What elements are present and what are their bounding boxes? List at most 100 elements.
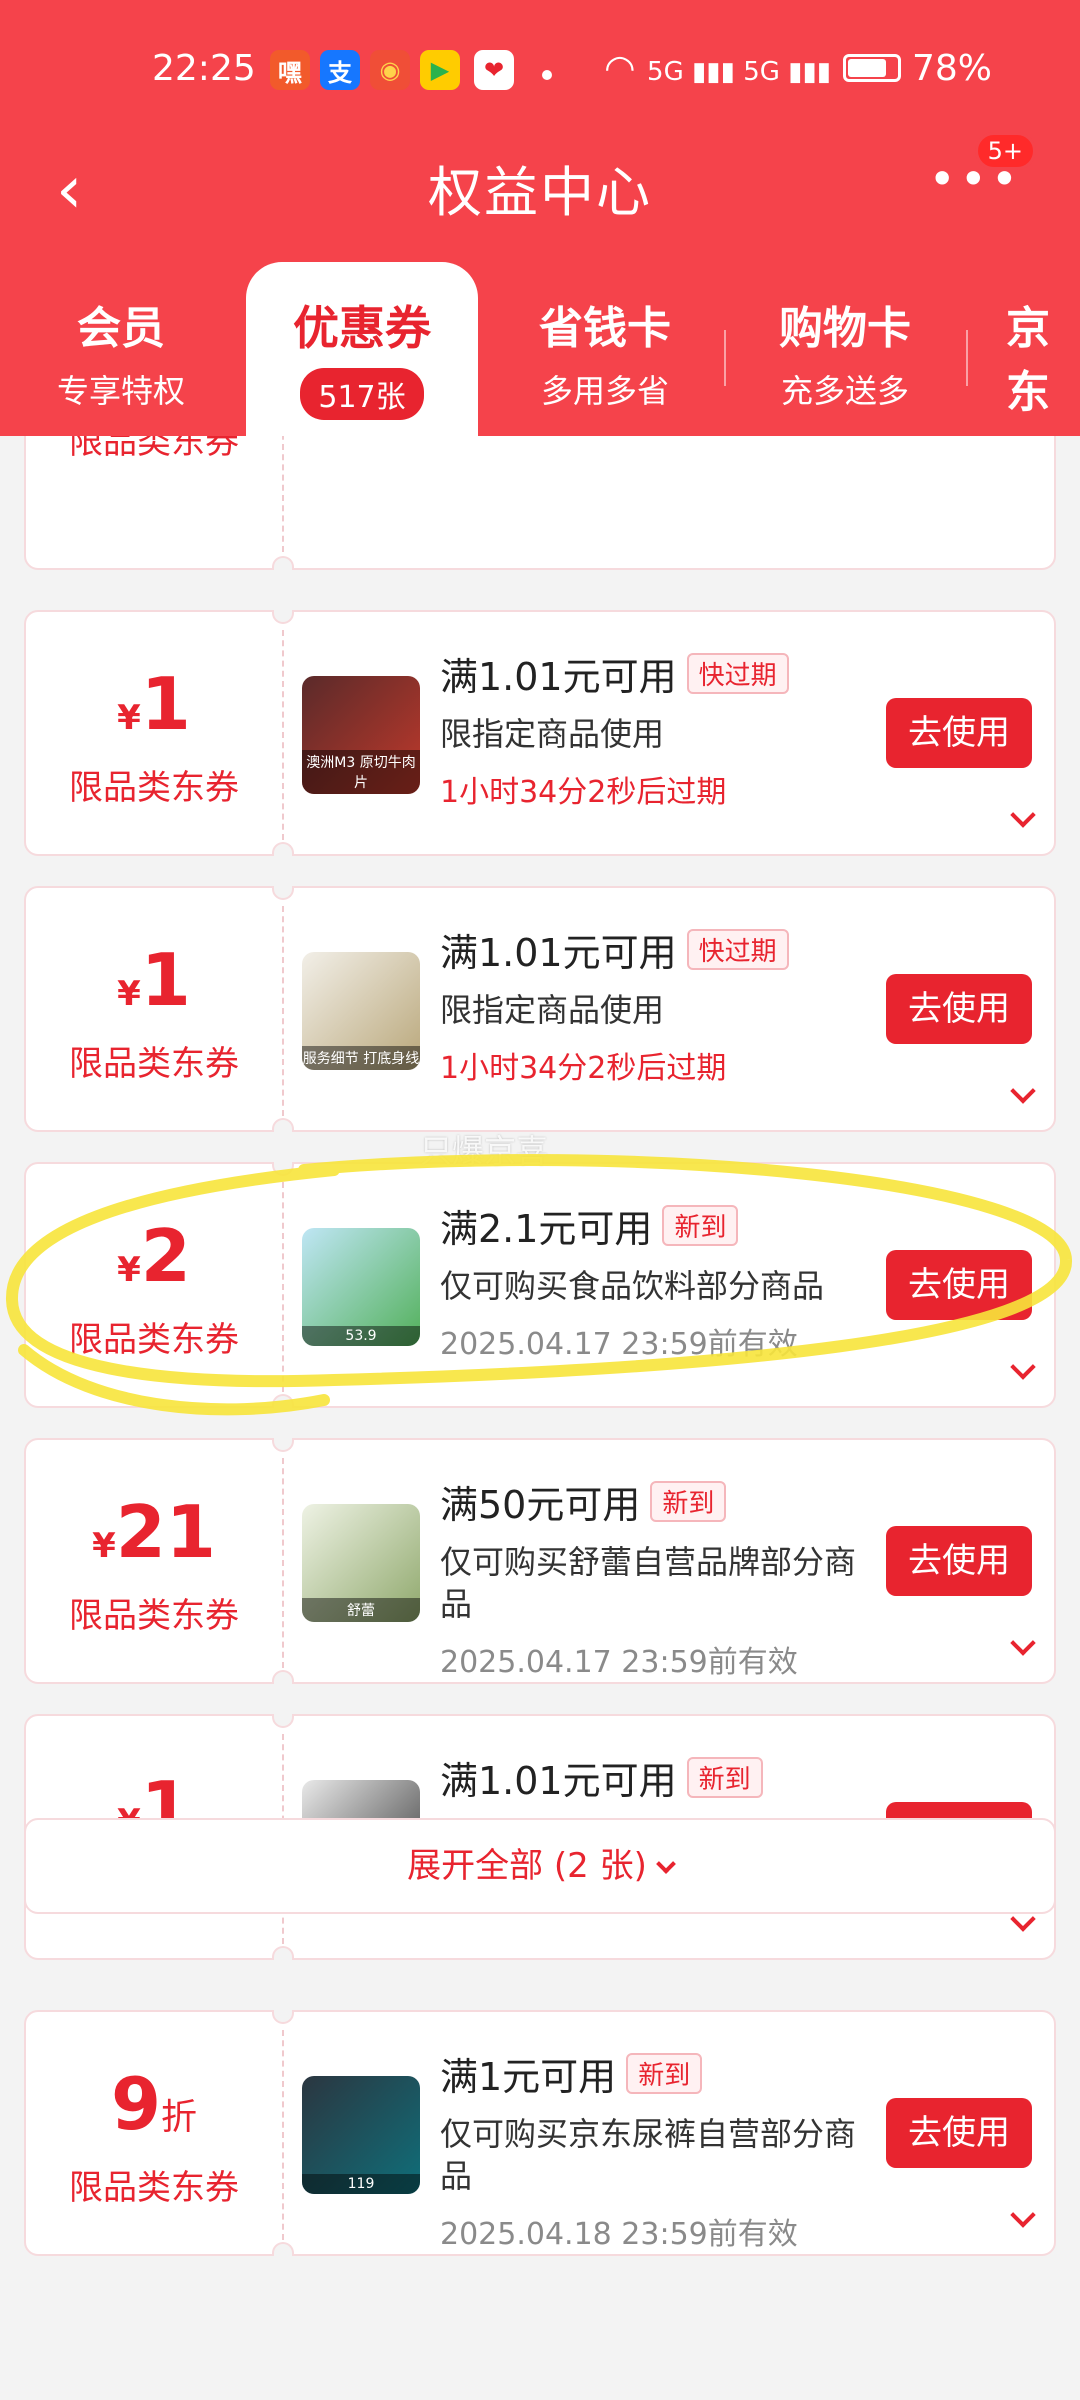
chevron-down-icon[interactable] (1010, 2202, 1036, 2228)
coupon-threshold: 满1.01元可用 (440, 655, 677, 699)
tab-jd[interactable]: 京东 ¥6 (970, 292, 1080, 468)
product-thumbnail[interactable]: 服务细节 打底身线 (302, 952, 420, 1070)
tab-label: 会员 (77, 303, 165, 354)
tab-shopping-card[interactable]: 购物卡 充多送多 (730, 292, 960, 412)
coupon-amount: ¥1 (26, 938, 282, 1022)
currency-symbol: ¥ (117, 974, 141, 1014)
coupon-value-panel: ¥1 限品类东券 (26, 612, 282, 854)
coupon-threshold: 满1元可用 (440, 2055, 617, 2099)
currency-symbol: ¥ (92, 1526, 116, 1566)
coupon-type: 限品类东券 (69, 1044, 239, 1084)
coupon-card[interactable]: ¥1 限品类东券 澳洲M3 原切牛肉片 满1.01元可用 快过期 限指定商品使用 … (24, 610, 1056, 856)
product-thumbnail[interactable]: 澳洲M3 原切牛肉片 (302, 676, 420, 794)
coupon-expiry: 2025.04.18 23:59前有效 (440, 2217, 798, 2252)
coupon-tag: 新到 (650, 1481, 727, 1522)
coupon-value-panel: ¥1 限品类东券 (26, 888, 282, 1130)
card-notch (272, 556, 294, 570)
coupon-card[interactable]: ¥1 限品类东券 服务细节 打底身线 满1.01元可用 快过期 限指定商品使用 1… (24, 886, 1056, 1132)
dashed-divider (282, 1182, 284, 1392)
coupon-info: 满2.1元可用 新到 仅可购买食品饮料部分商品 2025.04.17 23:59前… (440, 1198, 860, 1363)
wifi-icon: ◠ (604, 48, 636, 89)
product-thumbnail[interactable]: 119 (302, 2076, 420, 2194)
coupon-tag: 快过期 (686, 653, 789, 694)
coupon-count-badge: 517张 (300, 368, 424, 420)
coupon-tag: 新到 (626, 2053, 703, 2094)
use-coupon-button[interactable]: 去使用 (886, 1250, 1032, 1320)
coupon-amount: ¥2 (26, 1214, 282, 1298)
coupon-description: 仅可购买京东尿裤自营部分商品 (440, 2115, 857, 2195)
tab-coupons[interactable]: 优惠券 517张 (246, 262, 478, 436)
expand-all-button[interactable]: 展开全部 (2 张) (24, 1818, 1056, 1914)
coupon-threshold: 满1.01元可用 (440, 1759, 677, 1803)
use-coupon-button[interactable]: 去使用 (886, 698, 1032, 768)
coupon-tag: 新到 (686, 1757, 763, 1798)
tab-sublabel: 多用多省 (540, 372, 669, 410)
thumbnail-label: 53.9 (302, 1326, 420, 1346)
coupon-value-panel: ¥2 限品类东券 (26, 1164, 282, 1406)
chevron-down-icon[interactable] (1010, 802, 1036, 828)
chevron-down-icon[interactable] (1010, 1078, 1036, 1104)
coupon-card[interactable]: 9折 限品类东券 119 满1元可用 新到 仅可购买京东尿裤自营部分商品 2025… (24, 2010, 1056, 2256)
coupon-tag: 快过期 (686, 929, 789, 970)
tab-sublabel: 充多送多 (780, 372, 909, 410)
thumbnail-label: 服务细节 打底身线 (302, 1046, 420, 1070)
product-thumbnail[interactable]: 舒蕾 (302, 1504, 420, 1622)
coupon-info: 满1.01元可用 快过期 限指定商品使用 1小时34分2秒后过期 (440, 646, 860, 811)
app-icon-1: 嘿 (270, 50, 310, 90)
dashed-divider (282, 1458, 284, 1668)
coupon-type: 限品类东券 (69, 768, 239, 808)
coupon-card[interactable]: ¥21 限品类东券 舒蕾 满50元可用 新到 仅可购买舒蕾自营品牌部分商品 202… (24, 1438, 1056, 1684)
notification-dot (542, 70, 552, 80)
tab-bar: 会员 专享特权 优惠券 517张 省钱卡 多用多省 购物卡 充多送多 京东 ¥6 (0, 262, 1080, 468)
coupon-type: 限品类东券 (69, 1320, 239, 1360)
coupon-description: 限指定商品使用 (440, 991, 665, 1029)
alipay-icon: 支 (320, 50, 360, 90)
product-thumbnail[interactable]: 53.9 (302, 1228, 420, 1346)
use-coupon-button[interactable]: 去使用 (886, 974, 1032, 1044)
coupon-amount-value: 21 (115, 1490, 216, 1574)
coupon-threshold: 满50元可用 (440, 1483, 641, 1527)
coupon-type: 限品类东券 (69, 1596, 239, 1636)
chevron-down-icon[interactable] (1010, 1630, 1036, 1656)
coupon-threshold: 满2.1元可用 (440, 1207, 653, 1251)
coupon-info: 满1元可用 新到 仅可购买京东尿裤自营部分商品 2025.04.18 23:59前… (440, 2046, 860, 2253)
dashed-divider (282, 630, 284, 840)
coupon-amount-value: 1 (140, 662, 191, 746)
tab-label: 购物卡 (779, 303, 911, 354)
coupon-value-panel: ¥21 限品类东券 (26, 1440, 282, 1682)
card-notch (272, 2242, 294, 2256)
coupon-description: 仅可购买舒蕾自营品牌部分商品 (440, 1543, 857, 1623)
tab-label: 省钱卡 (539, 303, 671, 354)
coupon-expiry: 1小时34分2秒后过期 (440, 775, 727, 810)
expand-all-label: 展开全部 (2 张) (407, 1846, 647, 1886)
tab-saving-card[interactable]: 省钱卡 多用多省 (490, 292, 720, 412)
tab-member[interactable]: 会员 专享特权 (6, 292, 236, 412)
coupon-amount: ¥21 (26, 1490, 282, 1574)
header: 22:25 嘿 支 ◉ ▶ ❤ ◠ 5G ▮▮▮ 5G ▮▮▮ 78% ‹ 权益… (0, 0, 1080, 468)
coupon-amount: 9折 (26, 2062, 282, 2146)
currency-symbol: ¥ (117, 1250, 141, 1290)
coupon-title: 满1.01元可用 快过期 (440, 646, 860, 701)
battery-percent: 78% (911, 48, 992, 89)
coupon-title: 满1.01元可用 新到 (440, 1750, 860, 1805)
coupon-card[interactable]: ¥2 限品类东券 53.9 满2.1元可用 新到 仅可购买食品饮料部分商品 202… (24, 1162, 1056, 1408)
coupon-amount: ¥1 (26, 662, 282, 746)
coupon-title: 满2.1元可用 新到 (440, 1198, 860, 1253)
coupon-amount-value: 1 (140, 938, 191, 1022)
video-app-icon: ▶ (420, 50, 460, 90)
use-coupon-button[interactable]: 去使用 (886, 2098, 1032, 2168)
coupon-expiry: 1小时34分2秒后过期 (440, 1051, 727, 1086)
coupon-info: 满1.01元可用 快过期 限指定商品使用 1小时34分2秒后过期 (440, 922, 860, 1087)
tab-label: 京东 (1006, 303, 1050, 418)
use-coupon-button[interactable]: 去使用 (886, 1526, 1032, 1596)
coupon-description: 仅可购买食品饮料部分商品 (440, 1267, 825, 1305)
coupon-title: 满1元可用 新到 (440, 2046, 860, 2101)
thumbnail-label: 119 (302, 2174, 420, 2194)
chevron-down-icon[interactable] (1010, 1354, 1036, 1380)
dashed-divider (282, 2030, 284, 2240)
coupon-expiry: 2025.04.17 23:59前有效 (440, 1327, 798, 1362)
coupon-amount-value: 9 (110, 2062, 162, 2146)
card-notch (272, 842, 294, 856)
card-notch (272, 1946, 294, 1960)
card-notch (272, 1118, 294, 1132)
